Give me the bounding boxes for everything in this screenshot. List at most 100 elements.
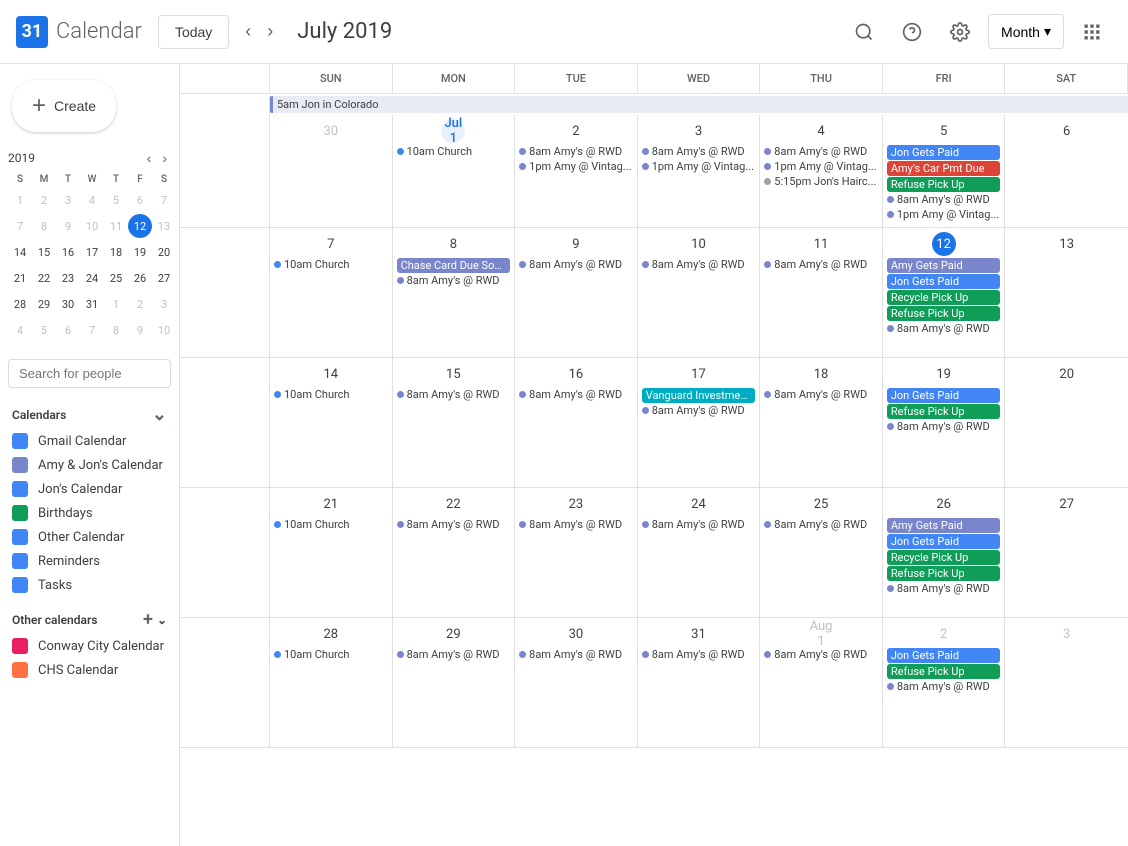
mini-day[interactable]: 7 bbox=[152, 188, 176, 212]
mini-day-today[interactable]: 12 bbox=[128, 214, 152, 238]
event-amyrwd-mon22[interactable]: 8am Amy's @ RWD bbox=[397, 518, 511, 531]
date-27[interactable]: 27 bbox=[1055, 492, 1079, 516]
mini-day[interactable]: 18 bbox=[104, 240, 128, 264]
mini-day[interactable]: 4 bbox=[8, 318, 32, 342]
mini-day[interactable]: 10 bbox=[152, 318, 176, 342]
event-vanguard-wed17[interactable]: Vanguard Investmen... bbox=[642, 388, 756, 403]
prev-button[interactable]: ‹ bbox=[237, 13, 259, 50]
mini-day[interactable]: 1 bbox=[104, 292, 128, 316]
event-amyrwd-tue30[interactable]: 8am Amy's @ RWD bbox=[519, 648, 633, 661]
mini-cal-next[interactable]: › bbox=[158, 148, 171, 168]
event-church-sun28[interactable]: 10am Church bbox=[274, 648, 388, 661]
calendar-item-tasks[interactable]: Tasks bbox=[0, 573, 179, 597]
event-jon-paid-fri5[interactable]: Jon Gets Paid bbox=[887, 145, 1001, 160]
date-1[interactable]: Jul 1 bbox=[441, 119, 465, 143]
date-2[interactable]: 2 bbox=[564, 119, 588, 143]
calendar-item-birthdays[interactable]: Birthdays bbox=[0, 501, 179, 525]
date-9[interactable]: 9 bbox=[564, 232, 588, 256]
calendar-item-reminders[interactable]: Reminders bbox=[0, 549, 179, 573]
calendar-item-amy-jon[interactable]: Amy & Jon's Calendar bbox=[0, 453, 179, 477]
calendar-item-chs[interactable]: CHS Calendar bbox=[0, 658, 179, 682]
date-11[interactable]: 11 bbox=[809, 232, 833, 256]
event-amyrwd-wed24[interactable]: 8am Amy's @ RWD bbox=[642, 518, 756, 531]
mini-day[interactable]: 9 bbox=[56, 214, 80, 238]
mini-day[interactable]: 19 bbox=[128, 240, 152, 264]
event-amyrwd-mon29[interactable]: 8am Amy's @ RWD bbox=[397, 648, 511, 661]
event-amyrwd-thu18[interactable]: 8am Amy's @ RWD bbox=[764, 388, 878, 401]
help-button[interactable] bbox=[892, 12, 932, 52]
mini-day[interactable]: 25 bbox=[104, 266, 128, 290]
event-recycle-fri26[interactable]: Recycle Pick Up bbox=[887, 550, 1001, 565]
mini-day[interactable]: 24 bbox=[80, 266, 104, 290]
date-22[interactable]: 22 bbox=[441, 492, 465, 516]
next-button[interactable]: › bbox=[259, 13, 281, 50]
calendar-checkbox-amy-jon[interactable] bbox=[12, 457, 28, 473]
event-jon-paid-fri19[interactable]: Jon Gets Paid bbox=[887, 388, 1001, 403]
mini-day[interactable]: 4 bbox=[80, 188, 104, 212]
event-amyrwd-mon8[interactable]: 8am Amy's @ RWD bbox=[397, 274, 511, 287]
date-16[interactable]: 16 bbox=[564, 362, 588, 386]
mini-cal-prev[interactable]: ‹ bbox=[143, 148, 156, 168]
calendar-item-gmail[interactable]: Gmail Calendar bbox=[0, 429, 179, 453]
calendar-checkbox-birthdays[interactable] bbox=[12, 505, 28, 521]
event-amyrwd-tue16[interactable]: 8am Amy's @ RWD bbox=[519, 388, 633, 401]
search-button[interactable] bbox=[844, 12, 884, 52]
mini-day[interactable]: 31 bbox=[80, 292, 104, 316]
date-17[interactable]: 17 bbox=[686, 362, 710, 386]
apps-button[interactable] bbox=[1072, 12, 1112, 52]
mini-day[interactable]: 10 bbox=[80, 214, 104, 238]
today-button[interactable]: Today bbox=[158, 15, 229, 49]
date-aug2[interactable]: 2 bbox=[932, 622, 956, 646]
date-3[interactable]: 3 bbox=[686, 119, 710, 143]
mini-day[interactable]: 14 bbox=[8, 240, 32, 264]
event-amyrwd-aug1[interactable]: 8am Amy's @ RWD bbox=[764, 648, 878, 661]
event-jonhair-thu4[interactable]: 5:15pm Jon's Hairc... bbox=[764, 175, 878, 188]
event-jon-paid-aug2[interactable]: Jon Gets Paid bbox=[887, 648, 1001, 663]
event-amyvintag-thu4[interactable]: 1pm Amy @ Vintag... bbox=[764, 160, 878, 173]
event-amyrwd-fri12[interactable]: 8am Amy's @ RWD bbox=[887, 322, 1001, 335]
mini-day[interactable]: 8 bbox=[104, 318, 128, 342]
event-refuse-fri12[interactable]: Refuse Pick Up bbox=[887, 306, 1001, 321]
event-amyrwd-aug2[interactable]: 8am Amy's @ RWD bbox=[887, 680, 1001, 693]
event-amyrwd-thu4[interactable]: 8am Amy's @ RWD bbox=[764, 145, 878, 158]
date-14[interactable]: 14 bbox=[319, 362, 343, 386]
event-amy-paid-fri26[interactable]: Amy Gets Paid bbox=[887, 518, 1001, 533]
event-amyrwd-wed31[interactable]: 8am Amy's @ RWD bbox=[642, 648, 756, 661]
mini-day[interactable]: 9 bbox=[128, 318, 152, 342]
date-aug1[interactable]: Aug 1 bbox=[809, 622, 833, 646]
date-31[interactable]: 31 bbox=[686, 622, 710, 646]
event-amyvintag-fri5[interactable]: 1pm Amy @ Vintag... bbox=[887, 208, 1001, 221]
date-28[interactable]: 28 bbox=[319, 622, 343, 646]
mini-day[interactable]: 23 bbox=[56, 266, 80, 290]
mini-day[interactable]: 3 bbox=[56, 188, 80, 212]
date-8[interactable]: 8 bbox=[441, 232, 465, 256]
calendars-header[interactable]: Calendars ⌄ bbox=[0, 400, 179, 429]
calendar-item-other[interactable]: Other Calendar bbox=[0, 525, 179, 549]
date-6[interactable]: 6 bbox=[1055, 119, 1079, 143]
date-30-jul[interactable]: 30 bbox=[564, 622, 588, 646]
event-amyrwd-mon15[interactable]: 8am Amy's @ RWD bbox=[397, 388, 511, 401]
calendar-checkbox-jon[interactable] bbox=[12, 481, 28, 497]
event-jon-paid-fri26[interactable]: Jon Gets Paid bbox=[887, 534, 1001, 549]
event-amyvintag-tue2[interactable]: 1pm Amy @ Vintag... bbox=[519, 160, 633, 173]
mini-day[interactable]: 17 bbox=[80, 240, 104, 264]
calendar-item-conway[interactable]: Conway City Calendar bbox=[0, 634, 179, 658]
mini-day[interactable]: 5 bbox=[32, 318, 56, 342]
event-church-mon1[interactable]: 10am Church bbox=[397, 145, 511, 158]
mini-day[interactable]: 7 bbox=[80, 318, 104, 342]
event-jon-colorado[interactable]: 5am Jon in Colorado bbox=[270, 96, 1128, 113]
mini-day[interactable]: 16 bbox=[56, 240, 80, 264]
view-selector-button[interactable]: Month ▾ bbox=[988, 14, 1064, 49]
mini-day[interactable]: 20 bbox=[152, 240, 176, 264]
date-30[interactable]: 30 bbox=[319, 119, 343, 143]
date-12-today[interactable]: 12 bbox=[932, 232, 956, 256]
mini-day[interactable]: 2 bbox=[128, 292, 152, 316]
mini-day[interactable]: 1 bbox=[8, 188, 32, 212]
date-5[interactable]: 5 bbox=[932, 119, 956, 143]
event-amyrwd-wed10[interactable]: 8am Amy's @ RWD bbox=[642, 258, 756, 271]
date-26[interactable]: 26 bbox=[932, 492, 956, 516]
calendar-item-jon[interactable]: Jon's Calendar bbox=[0, 477, 179, 501]
mini-day[interactable]: 6 bbox=[56, 318, 80, 342]
mini-day[interactable]: 7 bbox=[8, 214, 32, 238]
event-amy-car-fri5[interactable]: Amy's Car Pmt Due bbox=[887, 161, 1001, 176]
